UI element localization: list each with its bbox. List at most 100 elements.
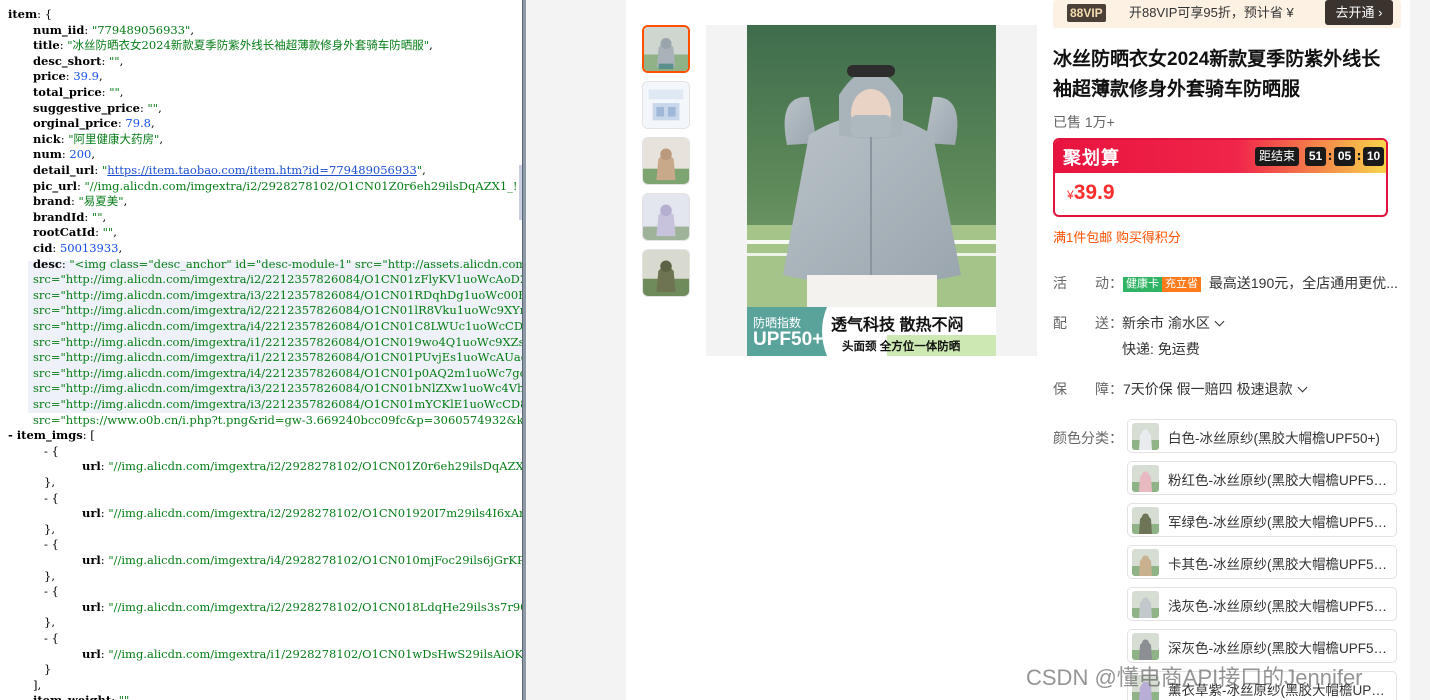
json-desc-src: src="http://img.alicdn.com/imgextra/i3/2… — [33, 381, 522, 396]
countdown-hours: 51 — [1305, 146, 1326, 166]
color-option-label: 浅灰色-冰丝原纱(黑胶大帽檐UPF50+) — [1168, 599, 1390, 614]
json-line: src="http://img.alicdn.com/imgextra/i3/2… — [33, 397, 522, 412]
json-key: url — [82, 506, 101, 521]
json-string-value: "" — [109, 85, 120, 99]
json-colon: : — [84, 22, 92, 37]
guarantee-selector[interactable]: 7天价保 假一赔四 极速退款 — [1123, 379, 1308, 399]
json-string-value: "" — [102, 225, 114, 240]
vip-open-button[interactable]: 去开通 › — [1325, 0, 1393, 25]
thumbnail-3[interactable] — [642, 137, 690, 185]
json-key: detail_url — [33, 163, 95, 177]
json-colon: : — [52, 241, 60, 255]
thumbnail-4[interactable] — [642, 193, 690, 241]
json-line: }, — [44, 475, 55, 490]
json-bracket: - { — [44, 584, 59, 599]
json-desc-src: src="http://img.alicdn.com/imgextra/i1/2… — [33, 350, 522, 365]
json-comma: , — [429, 38, 433, 53]
json-bracket: - { — [44, 537, 59, 552]
countdown-separator: : — [1356, 149, 1362, 163]
json-line: src="http://img.alicdn.com/imgextra/i3/2… — [33, 381, 522, 396]
json-colon: : — [70, 194, 79, 209]
json-comma: , — [91, 147, 96, 162]
json-colon: : — [84, 209, 92, 224]
json-comma: , — [119, 85, 124, 99]
json-line: item: { — [8, 7, 52, 22]
chevron-down-icon — [1214, 316, 1225, 327]
vip-badge: 88VIP — [1067, 4, 1106, 22]
color-option[interactable]: 军绿色-冰丝原纱(黑胶大帽檐UPF50+) — [1127, 503, 1397, 537]
json-link[interactable]: https://item.taobao.com/item.htm?id=7794… — [107, 163, 417, 177]
chevron-down-icon — [1297, 382, 1308, 393]
json-line: desc: "<img class="desc_anchor" id="desc… — [33, 257, 522, 272]
json-line: cid: 50013933, — [33, 241, 122, 256]
color-option[interactable]: 粉红色-冰丝原纱(黑胶大帽檐UPF50+) — [1127, 461, 1397, 495]
json-comma: , — [129, 693, 133, 700]
json-key: url — [82, 599, 101, 614]
json-colon: : — [95, 225, 103, 240]
json-string-value: "" — [147, 100, 159, 115]
json-number-value: 39.9 — [73, 69, 99, 84]
color-option[interactable]: 卡其色-冰丝原纱(黑胶大帽檐UPF50+) — [1127, 545, 1397, 579]
json-comma: , — [159, 131, 163, 146]
color-option[interactable]: 白色-冰丝原纱(黑胶大帽檐UPF50+) — [1127, 419, 1397, 453]
color-option-thumbnail — [1132, 591, 1159, 618]
json-number-value: 79.8 — [125, 116, 151, 131]
json-viewer-panel[interactable]: item: {num_iid: "779489056933", title: "冰… — [0, 0, 522, 700]
json-key: desc — [33, 256, 62, 271]
json-string-value: "//img.alicdn.com/imgextra/i2/2928278102… — [108, 506, 522, 521]
json-line: url: "//img.alicdn.com/imgextra/i2/29282… — [82, 506, 522, 521]
json-line: src="http://img.alicdn.com/imgextra/i1/2… — [33, 350, 522, 365]
watermark: CSDN @懂电商API接口的Jennifer — [1026, 665, 1363, 690]
delivery-location: 新余市 渝水区 — [1122, 315, 1210, 331]
thumbnail-1[interactable] — [642, 25, 690, 73]
json-string-value: "//img.alicdn.com/imgextra/i1/2928278102… — [108, 646, 522, 661]
countdown-minutes: 05 — [1334, 146, 1355, 166]
json-comma: , — [98, 69, 103, 84]
json-line: title: "冰丝防晒衣女2024新款夏季防紫外线长袖超薄款修身外套骑车防晒服… — [33, 38, 433, 53]
json-key: cid — [33, 241, 53, 255]
json-string-value: "易夏美" — [78, 194, 124, 209]
color-option-thumbnail — [1132, 507, 1159, 534]
json-bracket: }, — [44, 475, 55, 489]
json-comma: , — [102, 209, 107, 224]
json-comma: , — [123, 194, 128, 209]
juhuasuan-logo: 聚划算 — [1063, 148, 1120, 168]
json-line: - { — [44, 444, 59, 459]
json-line: num_iid: "779489056933", — [33, 23, 194, 38]
delivery-location-selector[interactable]: 新余市 渝水区 — [1122, 313, 1225, 333]
thumbnail-5[interactable] — [642, 249, 690, 297]
color-option-label: 白色-冰丝原纱(黑胶大帽檐UPF50+) — [1168, 431, 1380, 446]
json-key: suggestive_price — [33, 100, 140, 115]
color-option-label: 军绿色-冰丝原纱(黑胶大帽檐UPF50+) — [1168, 515, 1390, 530]
json-punct: : { — [37, 7, 53, 21]
price: ¥39.9 — [1067, 181, 1115, 205]
promo-slogan: 透气科技 散热不闷 — [831, 317, 964, 334]
json-number-value: 200 — [69, 147, 92, 162]
json-key: pic_url — [33, 178, 77, 193]
main-image-area[interactable]: 防晒指数 UPF50+ 透气科技 散热不闷 头面颈 全方位一体防晒 — [706, 25, 1037, 356]
json-desc-src: src="http://img.alicdn.com/imgextra/i4/2… — [33, 319, 522, 333]
promo-subslogan: 头面颈 全方位一体防晒 — [842, 341, 961, 353]
json-line: detail_url: "https://item.taobao.com/ite… — [33, 163, 426, 178]
juhuasuan-header: 聚划算 距结束 51 : 05 : 10 — [1055, 140, 1386, 173]
thumbnail-2[interactable] — [642, 81, 690, 129]
json-line: rootCatId: "", — [33, 225, 117, 240]
json-line: url: "//img.alicdn.com/imgextra/i2/29282… — [82, 600, 522, 615]
json-line: num: 200, — [33, 147, 95, 162]
json-line: total_price: "", — [33, 85, 123, 100]
promo-badge-main: UPF50+ — [753, 329, 824, 350]
json-key: desc_short — [33, 53, 102, 68]
json-comma: , — [119, 53, 124, 68]
json-bracket: }, — [44, 615, 55, 630]
color-option[interactable]: 深灰色-冰丝原纱(黑胶大帽檐UPF50+) — [1127, 629, 1397, 663]
json-comma: , — [190, 22, 194, 37]
json-key: url — [82, 553, 101, 567]
shipping-tip[interactable]: 满1件包邮 购买得积分 — [1053, 227, 1181, 246]
promo-row[interactable]: 健康卡 充立省 最高送190元，全店通用更优... — [1123, 273, 1398, 293]
vip-promo-bar: 88VIP 开88VIP可享95折，预计省 ¥ 去开通 › — [1053, 0, 1401, 28]
json-line: url: "//img.alicdn.com/imgextra/i4/29282… — [82, 553, 522, 568]
json-line: }, — [44, 615, 55, 630]
color-option[interactable]: 浅灰色-冰丝原纱(黑胶大帽檐UPF50+) — [1127, 587, 1397, 621]
json-line: price: 39.9, — [33, 69, 103, 84]
json-line: src="https://www.o0b.cn/i.php?t.png&rid=… — [33, 413, 522, 428]
